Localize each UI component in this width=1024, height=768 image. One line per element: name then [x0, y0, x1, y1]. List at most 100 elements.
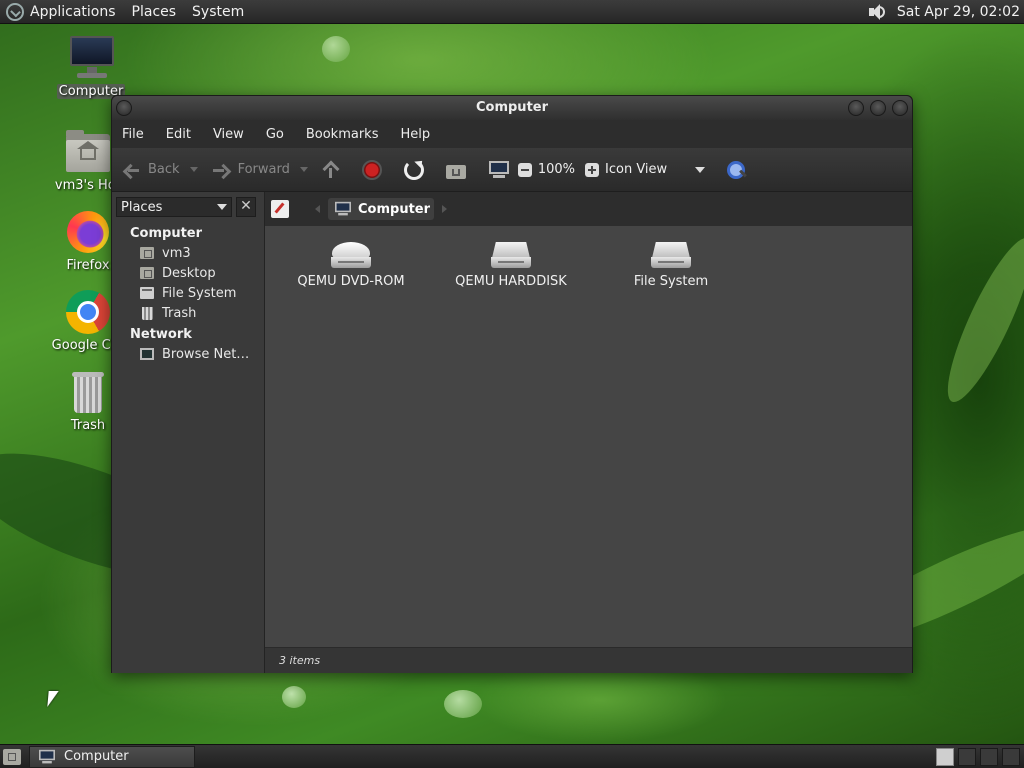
sidebar-item-label: Desktop — [162, 265, 216, 281]
main-pane: Computer QEMU DVD-ROM QEMU HARDDISK File… — [265, 192, 912, 673]
taskbar-button-label: Computer — [64, 749, 129, 764]
window-menu-button[interactable] — [116, 100, 132, 116]
zoom-in-icon[interactable] — [585, 162, 600, 177]
file-item-label: QEMU HARDDISK — [455, 274, 567, 289]
file-item-label: QEMU DVD-ROM — [297, 274, 405, 289]
desktop-icon-label: Firefox — [66, 258, 110, 273]
forward-label: Forward — [237, 162, 290, 177]
wallpaper-drop — [282, 686, 306, 708]
forward-arrow-icon — [212, 161, 230, 179]
reload-icon — [403, 159, 424, 180]
chevron-down-icon — [695, 166, 706, 173]
sidebar-item-label: File System — [162, 285, 237, 301]
home-button[interactable] — [445, 161, 466, 179]
dvd-drive-icon — [330, 240, 372, 270]
zoom-out-icon[interactable] — [517, 162, 532, 177]
sidebar-item-trash[interactable]: Trash — [112, 303, 264, 323]
workspace-4[interactable] — [1002, 747, 1020, 766]
system-menu[interactable]: System — [192, 4, 244, 20]
search-icon[interactable] — [725, 159, 747, 181]
harddisk-icon — [490, 240, 532, 270]
file-item-file-system[interactable]: File System — [601, 240, 741, 289]
maximize-button[interactable] — [870, 100, 886, 116]
menu-view[interactable]: View — [213, 127, 244, 142]
sidebar-item-browse-network[interactable]: Browse Net… — [112, 344, 264, 364]
workspace-switcher — [936, 747, 1024, 766]
computer-icon — [38, 749, 56, 765]
edit-location-icon[interactable] — [271, 200, 289, 218]
home-icon — [445, 161, 466, 179]
show-desktop-icon[interactable] — [3, 748, 21, 765]
close-button[interactable] — [892, 100, 908, 116]
clock[interactable]: Sat Apr 29, 02:02 — [897, 4, 1020, 20]
zoom-level[interactable]: 100% — [538, 162, 575, 177]
menu-bookmarks[interactable]: Bookmarks — [306, 127, 379, 142]
computer-button[interactable] — [488, 160, 510, 180]
forward-button[interactable]: Forward — [212, 161, 308, 179]
filesystem-icon — [140, 287, 154, 299]
taskbar-button-computer[interactable]: Computer — [29, 745, 195, 768]
reload-button[interactable] — [403, 159, 424, 180]
forward-history-dropdown-icon[interactable] — [299, 167, 308, 172]
bottom-panel: Computer — [0, 744, 1024, 768]
workspace-3[interactable] — [980, 747, 998, 766]
wallpaper-leaf — [933, 229, 1024, 411]
network-icon — [140, 348, 154, 360]
view-mode-value: Icon View — [605, 162, 668, 177]
file-item-dvd-rom[interactable]: QEMU DVD-ROM — [281, 240, 421, 289]
volume-icon[interactable] — [867, 3, 885, 21]
window-title: Computer — [475, 100, 549, 115]
computer-icon — [488, 160, 510, 180]
distro-logo-icon[interactable] — [6, 2, 24, 21]
minimize-button[interactable] — [848, 100, 864, 116]
places-menu[interactable]: Places — [132, 4, 177, 20]
workspace-2[interactable] — [958, 747, 976, 766]
desktop-icon-label: Trash — [70, 418, 106, 433]
close-sidebar-button[interactable]: ✕ — [236, 197, 256, 217]
trash-icon — [142, 306, 153, 320]
back-label: Back — [148, 162, 180, 177]
menu-edit[interactable]: Edit — [166, 127, 191, 142]
sidebar-header: Places ✕ — [112, 192, 264, 222]
wallpaper-drop — [322, 36, 350, 62]
menu-file[interactable]: File — [122, 127, 144, 142]
sidebar-section-network: Network — [130, 327, 192, 342]
status-text: 3 items — [279, 654, 321, 667]
up-button[interactable] — [322, 160, 340, 180]
back-button[interactable]: Back — [122, 161, 198, 179]
pathbar-scroll-right-icon[interactable] — [442, 205, 448, 213]
window-titlebar[interactable]: Computer — [112, 96, 912, 120]
view-mode-select[interactable]: Icon View — [605, 162, 706, 177]
home-folder-icon — [64, 128, 112, 176]
filesystem-drive-icon — [650, 240, 692, 270]
firefox-icon — [64, 208, 112, 256]
home-folder-icon — [140, 247, 154, 259]
workspace-1[interactable] — [936, 747, 954, 766]
file-item-harddisk[interactable]: QEMU HARDDISK — [441, 240, 581, 289]
file-manager-window: Computer File Edit View Go Bookmarks Hel… — [111, 95, 913, 673]
mouse-cursor-icon — [47, 691, 59, 707]
menu-help[interactable]: Help — [400, 127, 430, 142]
back-arrow-icon — [122, 161, 140, 179]
sidebar-item-vm3[interactable]: vm3 — [112, 243, 264, 263]
wallpaper-drop — [444, 690, 482, 718]
pathbar-scroll-left-icon[interactable] — [315, 205, 320, 213]
applications-menu[interactable]: Applications — [30, 4, 116, 20]
desktop-folder-icon — [140, 267, 154, 279]
desktop-icon-computer[interactable]: Computer — [51, 34, 131, 99]
stop-button[interactable] — [361, 159, 382, 180]
menu-go[interactable]: Go — [266, 127, 284, 142]
menubar: File Edit View Go Bookmarks Help — [112, 120, 912, 148]
up-arrow-icon — [322, 160, 340, 180]
pathbar: Computer — [265, 192, 912, 226]
sidebar-type-select[interactable]: Places — [116, 197, 232, 217]
sidebar-item-label: Trash — [162, 305, 197, 321]
file-view[interactable]: QEMU DVD-ROM QEMU HARDDISK File System — [265, 226, 912, 647]
back-history-dropdown-icon[interactable] — [189, 167, 198, 172]
trash-icon — [64, 368, 112, 416]
breadcrumb-computer[interactable]: Computer — [328, 198, 435, 220]
sidebar-item-desktop[interactable]: Desktop — [112, 263, 264, 283]
sidebar-item-file-system[interactable]: File System — [112, 283, 264, 303]
toolbar: Back Forward 100% Icon View — [112, 148, 912, 192]
stop-icon — [361, 159, 382, 180]
